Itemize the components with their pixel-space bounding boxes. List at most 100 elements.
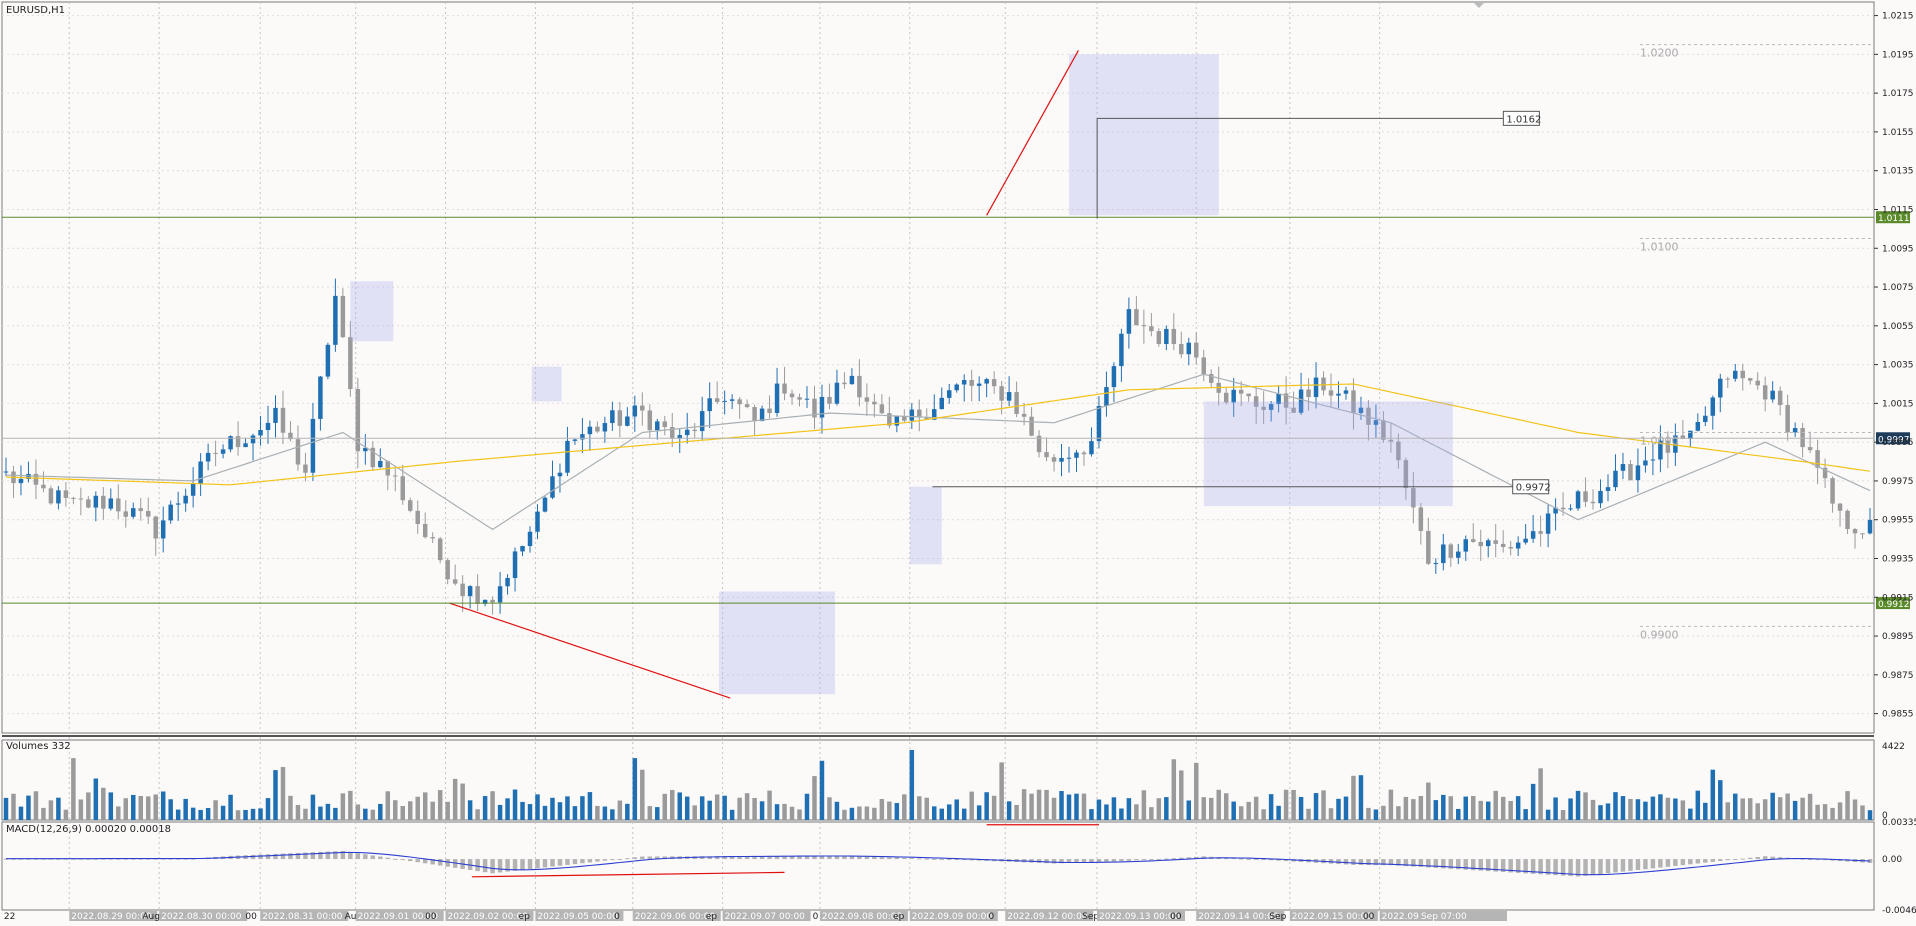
- macd-tick-label: 0.00335: [1882, 818, 1916, 828]
- candle-body: [295, 439, 301, 465]
- candle-body: [378, 460, 383, 468]
- macd-histogram-bar: [610, 859, 615, 861]
- x-tick-label: Sep 07:00: [1421, 912, 1467, 922]
- volume-bar: [1538, 768, 1543, 820]
- volume-bar: [879, 799, 885, 820]
- candle-body: [340, 295, 346, 338]
- volume-bar: [400, 806, 405, 820]
- highlight-zone: [531, 366, 562, 402]
- volume-bar: [41, 807, 46, 820]
- candle-body: [535, 511, 540, 532]
- volume-bar: [1845, 791, 1850, 820]
- x-tick-label: 2022.09.13 00:00: [1099, 912, 1180, 922]
- x-tick-label: 2022.09.09 00:00: [912, 912, 993, 922]
- macd-histogram-bar: [1246, 858, 1251, 860]
- volume-bar: [93, 778, 99, 820]
- volume-bar: [647, 806, 653, 820]
- candle-body: [692, 429, 697, 432]
- highlight-zone: [1203, 401, 1453, 507]
- volume-bar: [475, 809, 480, 820]
- macd-histogram-bar: [1096, 859, 1102, 862]
- chart-svg[interactable]: 1.0200 1.0100 1.0000 0.9900 1.0162 0.9972 1.0…: [0, 0, 1916, 922]
- volume-bar: [1822, 804, 1828, 820]
- candle-body: [1718, 378, 1723, 398]
- volume-bar: [1351, 775, 1356, 820]
- macd-histogram-bar: [1665, 859, 1671, 867]
- volume-bar: [1456, 808, 1461, 820]
- volume-bar: [258, 808, 263, 820]
- candle-body: [864, 397, 870, 402]
- volume-bar: [1777, 797, 1783, 820]
- candle-body: [1134, 309, 1139, 326]
- volume-bar: [1665, 797, 1671, 820]
- shift-marker-icon[interactable]: [1474, 3, 1484, 8]
- volume-bar: [1523, 809, 1528, 820]
- volume-bar: [273, 770, 278, 820]
- volume-bar: [1418, 795, 1424, 820]
- macd-histogram-bar: [1695, 859, 1701, 864]
- macd-histogram-bar: [355, 853, 361, 860]
- candle-body: [1500, 543, 1506, 548]
- volume-bar: [1553, 797, 1558, 820]
- volume-bar: [1238, 806, 1244, 820]
- candle-body: [71, 497, 76, 499]
- volume-bar: [684, 796, 690, 820]
- candle-body: [1583, 491, 1588, 502]
- macd-histogram-bar: [393, 858, 398, 860]
- candle-body: [1321, 377, 1326, 391]
- volume-bar: [1029, 793, 1034, 820]
- volume-bar: [527, 804, 533, 820]
- macd-divergence-line: [471, 871, 785, 878]
- volume-bar: [26, 795, 31, 820]
- volume-bar: [378, 803, 383, 820]
- volume-bar: [490, 791, 495, 820]
- x-tick-label: Sep: [1269, 912, 1286, 922]
- volume-bar: [1276, 805, 1281, 820]
- macd-histogram-bar: [520, 859, 525, 870]
- volume-bar: [789, 806, 795, 820]
- volume-bar: [318, 806, 323, 820]
- candle-body: [595, 426, 600, 432]
- candle-body: [729, 399, 735, 401]
- macd-histogram-bar: [1104, 859, 1109, 862]
- volume-bar: [924, 797, 930, 820]
- macd-histogram-bar: [595, 859, 600, 862]
- macd-histogram-bar: [909, 858, 915, 860]
- candle-body: [250, 435, 256, 444]
- volume-bar: [243, 809, 248, 820]
- chart-root[interactable]: 1.0200 1.0100 1.0000 0.9900 1.0162 0.9972 1.0…: [0, 0, 1916, 922]
- chart-title: EURUSD,H1: [6, 5, 65, 16]
- macd-histogram-bar: [580, 859, 585, 864]
- volume-bar: [452, 778, 458, 820]
- macd-histogram-bar: [1583, 859, 1588, 876]
- y-tick-label: 1.0175: [1882, 89, 1914, 99]
- volume-bar: [63, 809, 69, 820]
- macd-histogram-bar: [445, 859, 450, 867]
- candle-body: [834, 382, 840, 404]
- x-tick-label: Aug: [142, 912, 160, 922]
- candle-body: [1006, 392, 1012, 401]
- volume-bar: [744, 793, 750, 820]
- candle-body: [1523, 538, 1528, 543]
- volume-bar: [1463, 796, 1469, 820]
- volume-bar: [707, 800, 712, 820]
- macd-histogram-bar: [954, 859, 959, 861]
- volume-bar: [370, 809, 376, 820]
- volume-bar: [999, 762, 1004, 820]
- macd-histogram-bar: [640, 856, 645, 860]
- volume-bar: [1485, 801, 1491, 820]
- candle-body: [1074, 452, 1079, 458]
- volume-bar: [714, 794, 720, 820]
- macd-histogram-bar: [1718, 859, 1723, 862]
- macd-histogram-bar: [527, 859, 533, 870]
- volume-bar: [355, 804, 361, 820]
- macd-histogram-bar: [497, 859, 503, 873]
- macd-histogram-bar: [1149, 859, 1154, 861]
- candle-body: [1238, 389, 1244, 394]
- volume-bar: [1703, 802, 1708, 820]
- x-tick-label: 00: [1363, 912, 1375, 922]
- volume-bar: [864, 806, 870, 820]
- macd-histogram-bar: [1635, 859, 1641, 871]
- volume-bar: [1336, 798, 1341, 820]
- candle-body: [1306, 389, 1311, 398]
